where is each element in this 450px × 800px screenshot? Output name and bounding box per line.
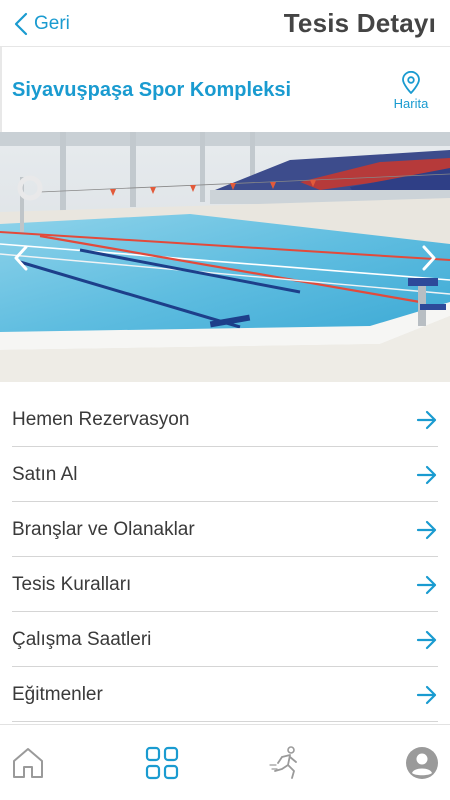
back-button[interactable]: Geri — [14, 10, 70, 38]
menu-item-label: Çalışma Saatleri — [12, 628, 152, 650]
menu-item-label: Tesis Kuralları — [12, 573, 132, 595]
arrow-right-icon — [416, 630, 438, 650]
arrow-right-icon — [416, 575, 438, 595]
menu-item-instructors[interactable]: Eğitmenler — [0, 667, 450, 722]
map-pin-icon — [402, 71, 420, 94]
back-button-label: Geri — [34, 13, 70, 34]
gallery-previous-button[interactable] — [6, 242, 36, 274]
facility-menu: Hemen Rezervasyon Satın Al Branşlar ve O… — [0, 392, 450, 722]
tab-home[interactable] — [8, 743, 48, 783]
map-button[interactable]: Harita — [390, 71, 432, 111]
page-title: Tesis Detayı — [283, 8, 436, 38]
chevron-left-icon — [14, 245, 28, 271]
tab-activities[interactable] — [266, 743, 306, 783]
chevron-right-icon — [422, 245, 436, 271]
facility-name: Siyavuşpaşa Spor Kompleksi — [12, 79, 292, 101]
menu-item-reservation[interactable]: Hemen Rezervasyon — [0, 392, 450, 447]
arrow-right-icon — [416, 465, 438, 485]
tab-facilities[interactable] — [142, 743, 182, 783]
arrow-right-icon — [416, 685, 438, 705]
menu-item-label: Hemen Rezervasyon — [12, 408, 190, 430]
arrow-right-icon — [416, 410, 438, 430]
user-avatar-icon — [406, 747, 438, 779]
arrow-right-icon — [416, 520, 438, 540]
running-person-icon — [269, 746, 297, 779]
menu-item-label: Branşlar ve Olanaklar — [12, 518, 195, 540]
facility-header: Siyavuşpaşa Spor Kompleksi Harita — [0, 46, 450, 133]
map-button-label: Harita — [393, 96, 429, 111]
menu-item-working-hours[interactable]: Çalışma Saatleri — [0, 612, 450, 667]
grid-icon — [145, 746, 179, 780]
menu-item-facility-rules[interactable]: Tesis Kuralları — [0, 557, 450, 612]
tab-profile[interactable] — [402, 743, 442, 783]
chevron-left-icon — [14, 12, 28, 36]
home-icon — [13, 748, 43, 778]
swimming-pool-photo — [0, 132, 450, 382]
navigation-bar: Geri Tesis Detayı — [0, 0, 450, 46]
facility-photo-gallery[interactable] — [0, 132, 450, 382]
gallery-next-button[interactable] — [414, 242, 444, 274]
bottom-tab-bar — [0, 724, 450, 800]
menu-item-label: Eğitmenler — [12, 683, 103, 705]
menu-item-purchase[interactable]: Satın Al — [0, 447, 450, 502]
menu-item-label: Satın Al — [12, 463, 78, 485]
menu-item-branches-facilities[interactable]: Branşlar ve Olanaklar — [0, 502, 450, 557]
